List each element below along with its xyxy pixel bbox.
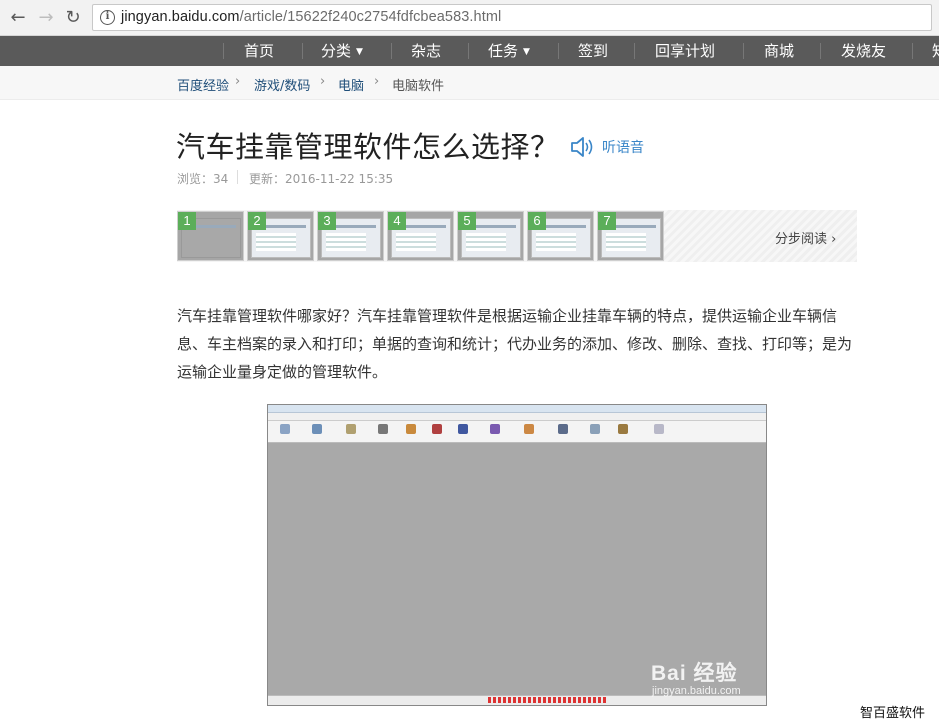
site-nav: 首页 分类▼ 杂志 任务▼ 签到 回享计划 商城 发烧友 知	[0, 36, 939, 66]
nav-divider	[820, 43, 821, 59]
app-toolbar	[268, 421, 766, 443]
reload-icon[interactable]: ↻	[63, 8, 83, 28]
app-title-bar	[268, 405, 766, 413]
chevron-right-icon: ›	[320, 74, 326, 89]
toolbar-icon	[280, 424, 290, 434]
updated-time: 更新：2016-11-22 15:35	[249, 172, 394, 186]
step-number-badge: 7	[598, 212, 616, 230]
nav-divider	[558, 43, 559, 59]
step-thumbnails: 1 2 3 4 5 6 7 分步阅读 ›	[177, 210, 857, 262]
breadcrumb-software[interactable]: 电脑软件	[392, 75, 444, 94]
nav-item-mall[interactable]: 商城	[764, 36, 794, 66]
nav-item-more[interactable]: 知	[932, 36, 939, 66]
step-thumb-5[interactable]: 5	[457, 211, 524, 261]
chevron-right-icon: ›	[235, 74, 241, 89]
nav-divider	[302, 43, 303, 59]
breadcrumb-home[interactable]: 百度经验	[177, 75, 229, 94]
nav-divider	[634, 43, 635, 59]
views-count: 浏览：34	[177, 172, 229, 186]
breadcrumb-games[interactable]: 游戏/数码	[254, 75, 310, 94]
step-number-badge: 4	[388, 212, 406, 230]
nav-item-enthusiast[interactable]: 发烧友	[841, 36, 886, 66]
corner-note: 智百盛软件	[860, 706, 926, 721]
nav-divider	[223, 43, 224, 59]
site-info-icon[interactable]: i	[100, 10, 115, 25]
step-thumb-7[interactable]: 7	[597, 211, 664, 261]
toolbar-icon	[378, 424, 388, 434]
chevron-down-icon: ▼	[523, 47, 530, 57]
nav-divider	[743, 43, 744, 59]
app-menu-bar	[268, 413, 766, 421]
step-number-badge: 3	[318, 212, 336, 230]
step-number-badge: 6	[528, 212, 546, 230]
step-thumb-1[interactable]: 1	[177, 211, 244, 261]
browser-toolbar: ← → ↻ i jingyan.baidu.com/article/15622f…	[0, 0, 939, 36]
breadcrumb-computer[interactable]: 电脑	[338, 75, 364, 94]
listen-audio-link[interactable]: 听语音	[602, 137, 644, 157]
speaker-icon[interactable]	[570, 136, 598, 158]
url-text: jingyan.baidu.com/article/15622f240c2754…	[121, 9, 502, 25]
nav-item-tasks[interactable]: 任务 ▼	[488, 36, 530, 66]
watermark-url: jingyan.baidu.com	[652, 685, 741, 697]
toolbar-icon	[490, 424, 500, 434]
toolbar-icon	[654, 424, 664, 434]
nav-divider	[391, 43, 392, 59]
step-thumb-3[interactable]: 3	[317, 211, 384, 261]
page-title: 汽车挂靠管理软件怎么选择？	[176, 130, 560, 164]
toolbar-icon	[524, 424, 534, 434]
step-read-link[interactable]: 分步阅读 ›	[775, 228, 836, 247]
back-arrow-icon[interactable]: ←	[8, 8, 28, 28]
toolbar-icon	[590, 424, 600, 434]
chevron-right-icon: ›	[374, 74, 380, 89]
nav-divider	[468, 43, 469, 59]
article-screenshot: Bai 经验 jingyan.baidu.com	[267, 404, 767, 706]
nav-item-rewards[interactable]: 回享计划	[655, 36, 715, 66]
toolbar-icon	[458, 424, 468, 434]
nav-divider	[912, 43, 913, 59]
step-number-badge: 1	[178, 212, 196, 230]
step-number-badge: 2	[248, 212, 266, 230]
nav-item-category[interactable]: 分类 ▼	[321, 36, 363, 66]
nav-item-home[interactable]: 首页	[244, 36, 274, 66]
toolbar-icon	[618, 424, 628, 434]
article-intro: 汽车挂靠管理软件哪家好？汽车挂靠管理软件是根据运输企业挂靠车辆的特点，提供运输企…	[177, 307, 853, 381]
chevron-down-icon: ▼	[356, 47, 363, 57]
nav-item-magazine[interactable]: 杂志	[411, 36, 441, 66]
breadcrumb: 百度经验 › 游戏/数码 › 电脑 › 电脑软件	[0, 66, 939, 100]
status-text	[488, 697, 608, 703]
toolbar-icon	[312, 424, 322, 434]
toolbar-icon	[558, 424, 568, 434]
step-thumb-4[interactable]: 4	[387, 211, 454, 261]
step-thumb-6[interactable]: 6	[527, 211, 594, 261]
address-bar[interactable]: i jingyan.baidu.com/article/15622f240c27…	[92, 4, 932, 31]
toolbar-icon	[346, 424, 356, 434]
baidu-jingyan-watermark: Bai 经验	[651, 662, 738, 685]
step-thumb-2[interactable]: 2	[247, 211, 314, 261]
nav-item-checkin[interactable]: 签到	[578, 36, 608, 66]
step-number-badge: 5	[458, 212, 476, 230]
toolbar-icon	[406, 424, 416, 434]
meta-divider	[237, 170, 238, 184]
forward-arrow-icon[interactable]: →	[36, 8, 56, 28]
toolbar-icon	[432, 424, 442, 434]
